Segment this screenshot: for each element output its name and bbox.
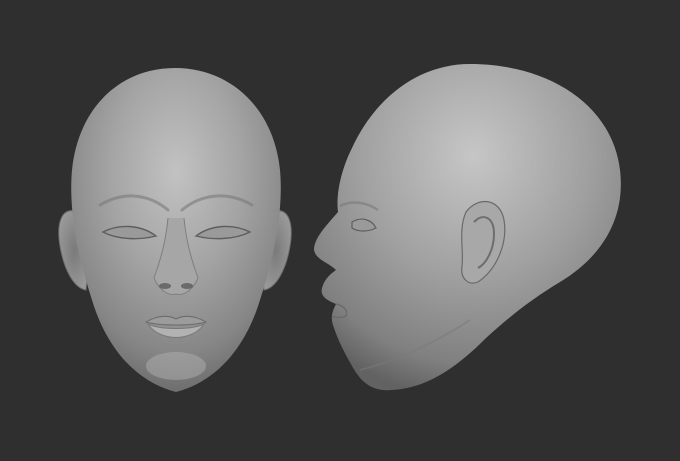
left-nostril: [159, 283, 171, 289]
sculpt-render: [58, 64, 621, 392]
front-head: [58, 68, 292, 392]
sculpt-viewport: [0, 0, 680, 461]
chin: [146, 352, 206, 380]
right-nostril: [181, 283, 193, 289]
side-head: [314, 64, 621, 391]
